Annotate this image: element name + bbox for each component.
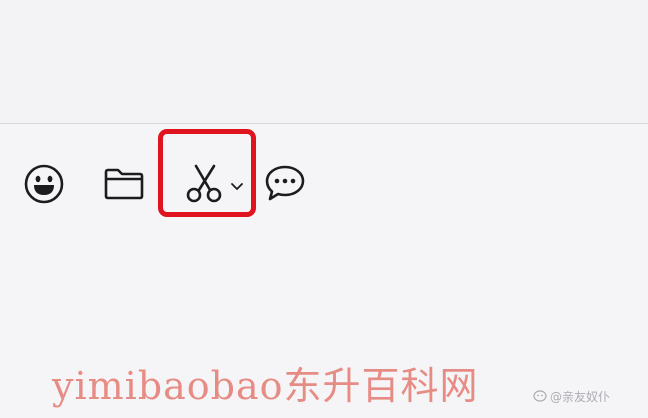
watermark-text: yimibaobao东升百科网 (52, 364, 479, 408)
emoji-button[interactable] (22, 162, 66, 206)
message-input-area[interactable] (0, 0, 648, 123)
folder-icon (102, 166, 146, 202)
source-watermark: @亲友奴仆 (533, 388, 610, 405)
chat-bubble-icon (263, 162, 307, 204)
watermark-handle: @亲友奴仆 (550, 390, 611, 404)
emoji-smile-icon (23, 163, 65, 205)
chat-toolbar (0, 124, 648, 234)
chat-history-button[interactable] (262, 161, 308, 205)
file-button[interactable] (101, 164, 147, 204)
watermark-logo-icon (533, 390, 547, 405)
highlight-box (158, 129, 256, 217)
